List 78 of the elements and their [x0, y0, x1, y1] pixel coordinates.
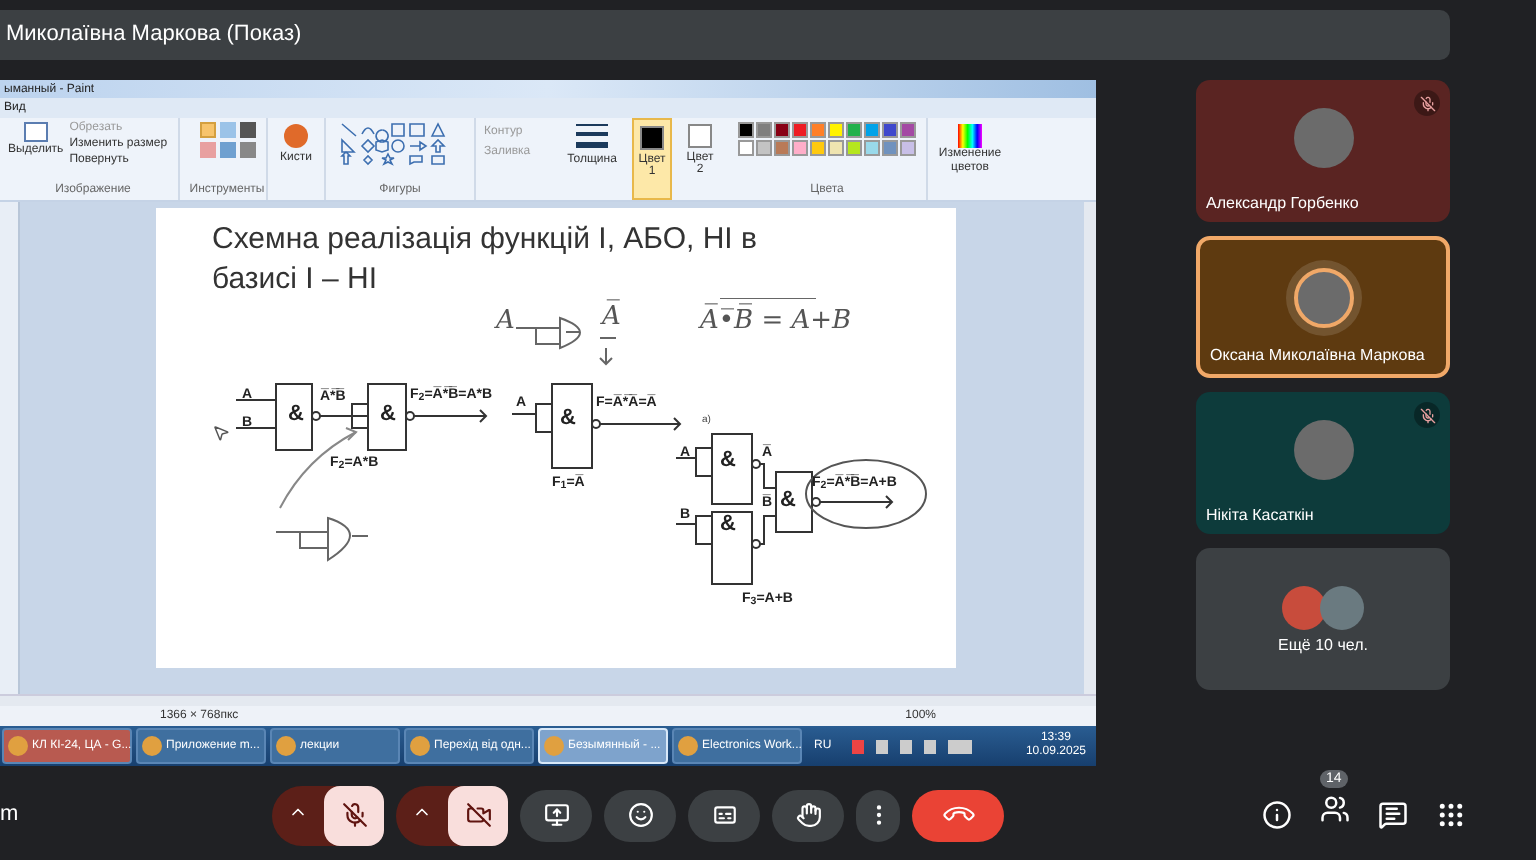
palette-color[interactable]	[738, 140, 754, 156]
more-options-button[interactable]	[856, 789, 900, 841]
palette-color[interactable]	[756, 140, 772, 156]
apps-button[interactable]	[1436, 800, 1466, 830]
palette-color[interactable]	[846, 122, 862, 138]
palette-color[interactable]	[900, 140, 916, 156]
gate-symbol: &	[720, 514, 736, 536]
avatar-placeholder	[1320, 585, 1364, 629]
handwritten-note: A̅•̅B̅ = A+B	[700, 308, 852, 334]
emoji-button[interactable]	[604, 789, 676, 841]
handwritten-note: A̅	[602, 304, 621, 330]
palette-color[interactable]	[882, 140, 898, 156]
chat-icon	[1378, 800, 1408, 830]
gate-symbol: &	[380, 404, 396, 426]
palette-color[interactable]	[900, 122, 916, 138]
avatar-placeholder	[1293, 420, 1353, 480]
participant-name: Александр Горбенко	[1206, 196, 1361, 212]
palette-color[interactable]	[810, 140, 826, 156]
mic-off-icon	[341, 802, 367, 828]
rainbow-icon	[958, 124, 982, 148]
end-call-button[interactable]	[912, 789, 1004, 841]
palette-color[interactable]	[864, 122, 880, 138]
app-icon	[678, 736, 698, 756]
present-screen-button[interactable]	[520, 789, 592, 841]
palette-color[interactable]	[792, 122, 808, 138]
palette-color[interactable]	[864, 140, 880, 156]
people-icon	[1320, 793, 1350, 823]
gate-symbol: &	[288, 404, 304, 426]
app-icon	[8, 736, 28, 756]
color-swatch	[640, 126, 664, 150]
slide-title: Схемна реалізація функцій І, АБО, НІ в базисі І – НІ	[212, 220, 759, 299]
avatar-placeholder	[1282, 585, 1326, 629]
captions-icon	[711, 802, 737, 828]
palette-color[interactable]	[882, 122, 898, 138]
app-icon	[410, 736, 430, 756]
palette-color[interactable]	[792, 140, 808, 156]
raise-hand-button[interactable]	[772, 789, 844, 841]
meeting-name: m	[0, 800, 21, 831]
palette-color[interactable]	[828, 140, 844, 156]
palette-color[interactable]	[738, 122, 754, 138]
avatar-placeholder	[1293, 108, 1353, 168]
palette-color[interactable]	[774, 140, 790, 156]
palette-color[interactable]	[846, 140, 862, 156]
palette-color[interactable]	[810, 122, 826, 138]
palette-color[interactable]	[756, 122, 772, 138]
tray-icons	[851, 739, 972, 753]
brush-icon	[284, 124, 308, 148]
handwritten-note: A	[496, 308, 515, 334]
line-width-icon	[576, 124, 608, 148]
camera-button[interactable]	[448, 785, 508, 845]
smiley-icon	[627, 802, 653, 828]
participant-name: Ещё 10 чел.	[1278, 637, 1368, 653]
microphone-button[interactable]	[324, 785, 384, 845]
app-icon	[276, 736, 296, 756]
avatar-placeholder	[1293, 268, 1353, 328]
people-button[interactable]	[1320, 793, 1350, 823]
palette-color[interactable]	[828, 122, 844, 138]
app-icon	[544, 736, 564, 756]
chat-button[interactable]	[1378, 800, 1408, 830]
present-screen-icon	[543, 802, 569, 828]
info-button[interactable]	[1262, 800, 1292, 830]
selection-icon	[23, 122, 48, 142]
presenter-name: Миколаївна Маркова (Показ)	[6, 20, 302, 51]
palette-color[interactable]	[774, 122, 790, 138]
participant-name: Нікіта Касаткін	[1206, 508, 1316, 524]
captions-button[interactable]	[688, 789, 760, 841]
hand-icon	[795, 802, 821, 828]
gate-symbol: &	[780, 490, 796, 512]
camera-off-icon	[465, 802, 491, 828]
gate-symbol: &	[560, 408, 576, 430]
app-icon	[142, 736, 162, 756]
info-icon	[1262, 800, 1292, 830]
cursor-icon	[212, 424, 230, 442]
tools-drawing	[199, 122, 255, 158]
gate-symbol: &	[720, 450, 736, 472]
apps-grid-icon	[1436, 800, 1466, 830]
participant-name: Оксана Миколаївна Маркова	[1210, 348, 1427, 364]
color-swatch	[688, 124, 712, 148]
